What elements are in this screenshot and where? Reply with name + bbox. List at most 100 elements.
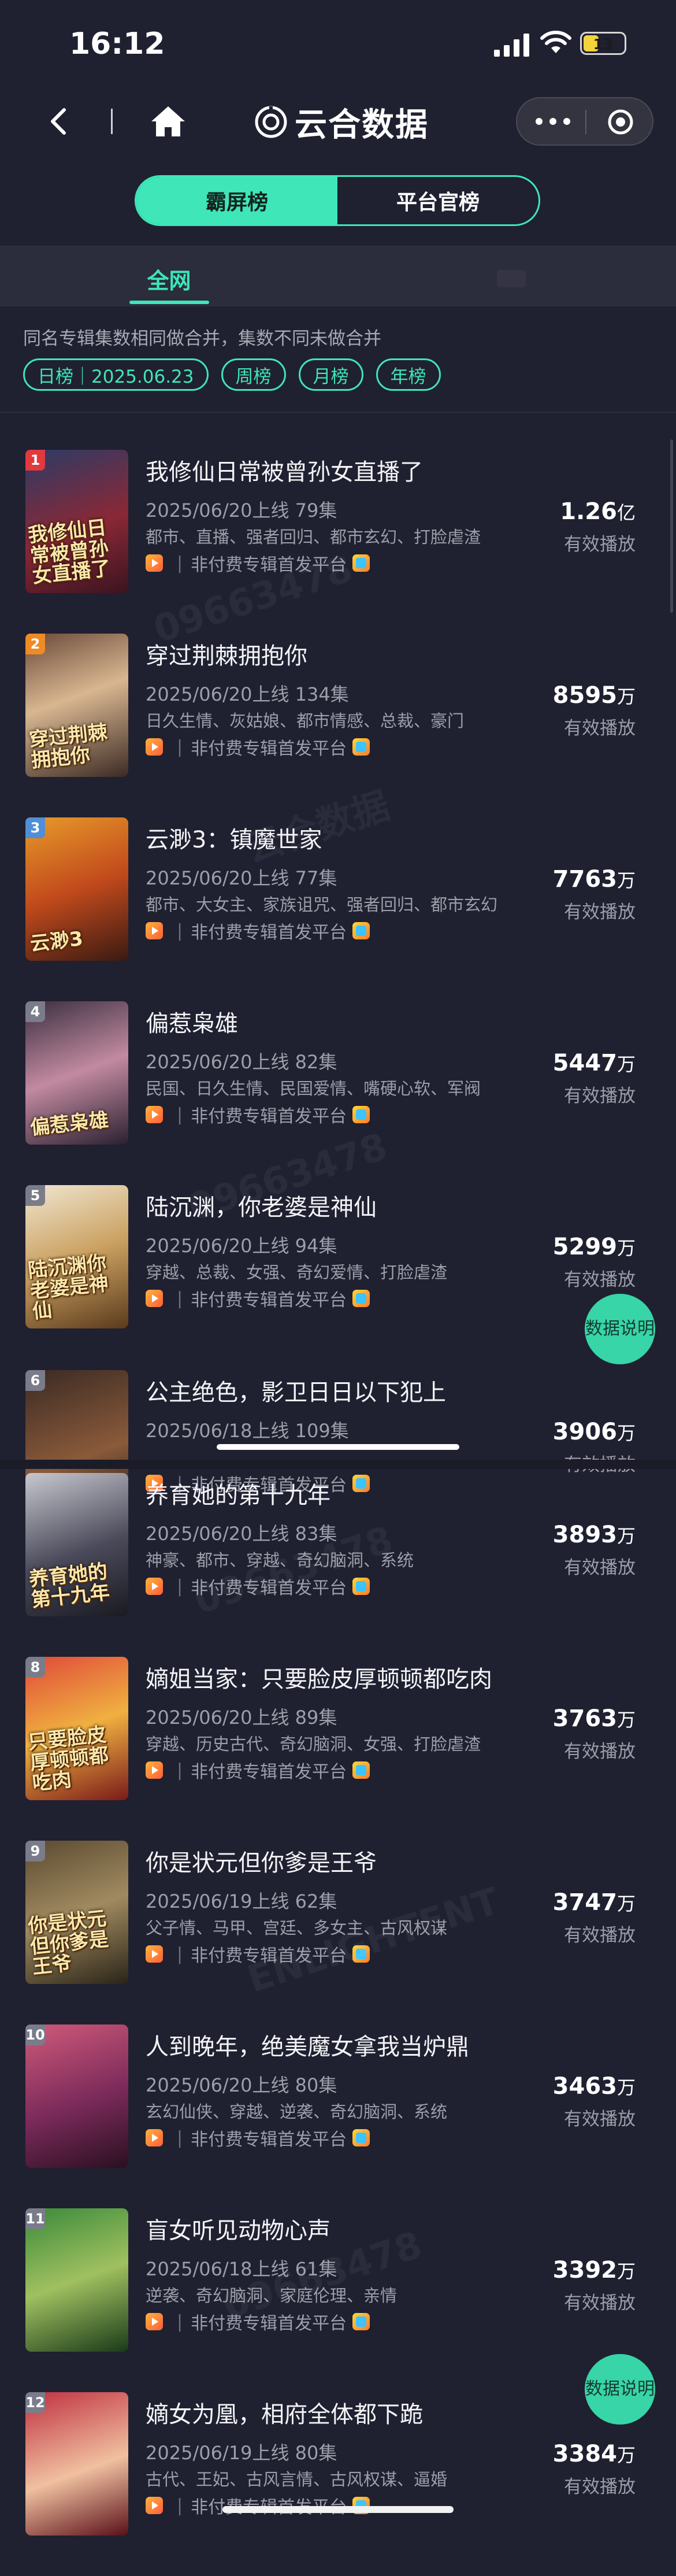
data-explanation-button[interactable]: 数据说明 [585, 1294, 655, 1364]
list-item[interactable]: 10 人到晚年，绝美魔女拿我当炉鼎 2025/06/20上线 80集 玄幻仙侠、穿越、… [0, 2024, 676, 2208]
drama-title[interactable]: 公主绝色，影卫日日以下犯上 [146, 1374, 446, 1407]
play-count-label: 有效播放 [564, 1270, 636, 1290]
play-count-unit: 万 [616, 2444, 636, 2466]
drama-cover[interactable] [25, 2208, 128, 2352]
play-count: 3763万 [553, 1705, 636, 1732]
chip-yearly[interactable]: 年榜 [376, 358, 441, 391]
platform-separator: | [177, 1288, 183, 1309]
release-info: 2025/06/20上线 79集 [146, 499, 337, 521]
cover-caption: 只要脸皮厚顿顿都吃肉 [27, 1723, 110, 1796]
data-explanation-label: 数据说明 [585, 1319, 655, 1339]
platform-separator: | [177, 1104, 183, 1125]
play-count-number: 5299 [552, 1234, 617, 1260]
play-count: 3906万 [553, 1419, 636, 1445]
platform-play-icon [146, 2497, 163, 2514]
play-count: 8595万 [553, 682, 636, 709]
back-button[interactable] [40, 104, 75, 139]
play-count-unit: 万 [616, 1237, 636, 1259]
cover-caption: 你是状元但你爹是王爷 [27, 1907, 110, 1979]
play-count-number: 8595 [552, 682, 617, 709]
data-explanation-button[interactable]: 数据说明 [585, 2354, 655, 2425]
rank-badge: 12 [25, 2392, 45, 2413]
close-mini-program-icon[interactable] [607, 109, 634, 135]
drama-cover[interactable]: 我修仙日常被曾孙女直播了 [25, 450, 128, 593]
chip-weekly[interactable]: 周榜 [221, 358, 286, 391]
platform-play-icon [146, 1578, 163, 1595]
platform-play-icon [146, 1290, 163, 1307]
play-count-number: 3747 [552, 1889, 617, 1916]
rank-badge: 8 [25, 1657, 45, 1678]
play-count-unit: 万 [616, 2077, 636, 2098]
more-icon[interactable] [536, 111, 570, 132]
tab-platform-ranking[interactable]: 平台官榜 [337, 177, 538, 224]
cover-caption: 陆沉渊你老婆是神仙 [27, 1251, 110, 1324]
home-icon[interactable] [149, 104, 187, 139]
home-indicator [222, 2506, 454, 2513]
drama-cover[interactable]: 只要脸皮厚顿顿都吃肉 [25, 1657, 128, 1800]
platform-play-icon [146, 2313, 163, 2330]
play-count-label: 有效播放 [564, 902, 636, 923]
tab-all-network[interactable]: 全网 [121, 263, 217, 295]
drama-cover[interactable] [25, 2392, 128, 2536]
play-count: 7763万 [553, 866, 636, 893]
play-count-number: 3893 [552, 1522, 617, 1548]
platform-label: 非付费专辑首发平台 [191, 1762, 347, 1782]
play-count-number: 5447 [552, 1050, 617, 1076]
drama-tags: 民国、日久生情、民国爱情、嘴硬心软、军阀 [146, 1079, 481, 1098]
drama-title[interactable]: 养育她的第十九年 [146, 1476, 330, 1510]
release-info: 2025/06/20上线 89集 [146, 1707, 337, 1729]
release-info: 2025/06/19上线 62集 [146, 1890, 337, 1912]
screenshot-seam [0, 1460, 676, 1469]
drama-cover[interactable]: 偏惹枭雄 [25, 1001, 128, 1145]
drama-cover[interactable] [25, 2024, 128, 2168]
drama-cover[interactable]: 陆沉渊你老婆是神仙 [25, 1185, 128, 1328]
drama-cover[interactable]: 穿过荆棘拥抱你 [25, 634, 128, 777]
release-info: 2025/06/18上线 109集 [146, 1420, 349, 1442]
platform-row: | 非付费专辑首发平台 [146, 1759, 370, 1782]
release-info: 2025/06/20上线 134集 [146, 683, 349, 705]
play-count-label: 有效播放 [564, 1741, 636, 1762]
drama-title[interactable]: 盲女听见动物心声 [146, 2212, 330, 2245]
list-item[interactable]: 陆沉渊你老婆是神仙 5 陆沉渊，你老婆是神仙 2025/06/20上线 94集 穿越、总… [0, 1185, 676, 1369]
drama-title[interactable]: 我修仙日常被曾孙女直播了 [146, 453, 423, 487]
play-count-unit: 万 [616, 1422, 636, 1444]
tab-dominance-ranking[interactable]: 霸屏榜 [136, 177, 337, 224]
faded-tab [497, 270, 526, 287]
list-item[interactable]: 只要脸皮厚顿顿都吃肉 8 嫡姐当家：只要脸皮厚顿顿都吃肉 2025/06/20上线 8… [0, 1657, 676, 1841]
platform-play-icon [146, 554, 163, 572]
drama-title[interactable]: 嫡姐当家：只要脸皮厚顿顿都吃肉 [146, 1660, 492, 1694]
play-count-number: 3463 [552, 2073, 617, 2100]
platform-play-icon [146, 922, 163, 939]
play-count-number: 3384 [552, 2441, 617, 2467]
rank-badge: 5 [25, 1185, 45, 1206]
list-item[interactable]: 12 嫡女为凰，相府全体都下跪 2025/06/19上线 80集 古代、王妃、古风言情… [0, 2392, 676, 2576]
platform-row: | 非付费专辑首发平台 [146, 735, 370, 759]
chip-monthly[interactable]: 月榜 [298, 358, 363, 391]
chip-daily[interactable]: 日榜｜2025.06.23 [23, 358, 209, 391]
drama-tags: 穿越、历史古代、奇幻脑洞、女强、打脸虐渣 [146, 1734, 481, 1754]
list-item[interactable]: 我修仙日常被曾孙女直播了 1 我修仙日常被曾孙女直播了 2025/06/20上线 79… [0, 450, 676, 634]
platform-app-icon [352, 1578, 370, 1595]
platform-app-icon [352, 738, 370, 756]
drama-title[interactable]: 你是状元但你爹是王爷 [146, 1844, 377, 1878]
scroll-indicator [217, 1444, 459, 1450]
drama-title[interactable]: 人到晚年，绝美魔女拿我当炉鼎 [146, 2028, 469, 2061]
platform-row: | 非付费专辑首发平台 [146, 1287, 370, 1311]
drama-title[interactable]: 嫡女为凰，相府全体都下跪 [146, 2396, 423, 2429]
platform-play-icon [146, 1761, 163, 1779]
play-count-label: 有效播放 [564, 534, 636, 555]
rank-badge: 6 [25, 1370, 45, 1391]
drama-cover[interactable]: 云渺3 [25, 817, 128, 961]
rank-badge: 11 [25, 2208, 45, 2229]
play-count-number: 1.26 [560, 498, 617, 525]
platform-play-icon [146, 2129, 163, 2146]
play-count-unit: 万 [616, 1525, 636, 1547]
drama-title[interactable]: 偏惹枭雄 [146, 1005, 238, 1038]
list-item[interactable]: 11 盲女听见动物心声 2025/06/18上线 61集 逆袭、奇幻脑洞、家庭伦理、亲… [0, 2208, 676, 2392]
drama-tags: 玄幻仙侠、穿越、逆袭、奇幻脑洞、系统 [146, 2102, 448, 2122]
drama-cover[interactable]: 你是状元但你爹是王爷 [25, 1841, 128, 1984]
play-count-number: 3906 [552, 1419, 617, 1445]
platform-label: 非付费专辑首发平台 [191, 1106, 347, 1127]
rank-badge: 10 [25, 2024, 45, 2045]
drama-cover[interactable]: 养育她的第十九年 [25, 1473, 128, 1616]
